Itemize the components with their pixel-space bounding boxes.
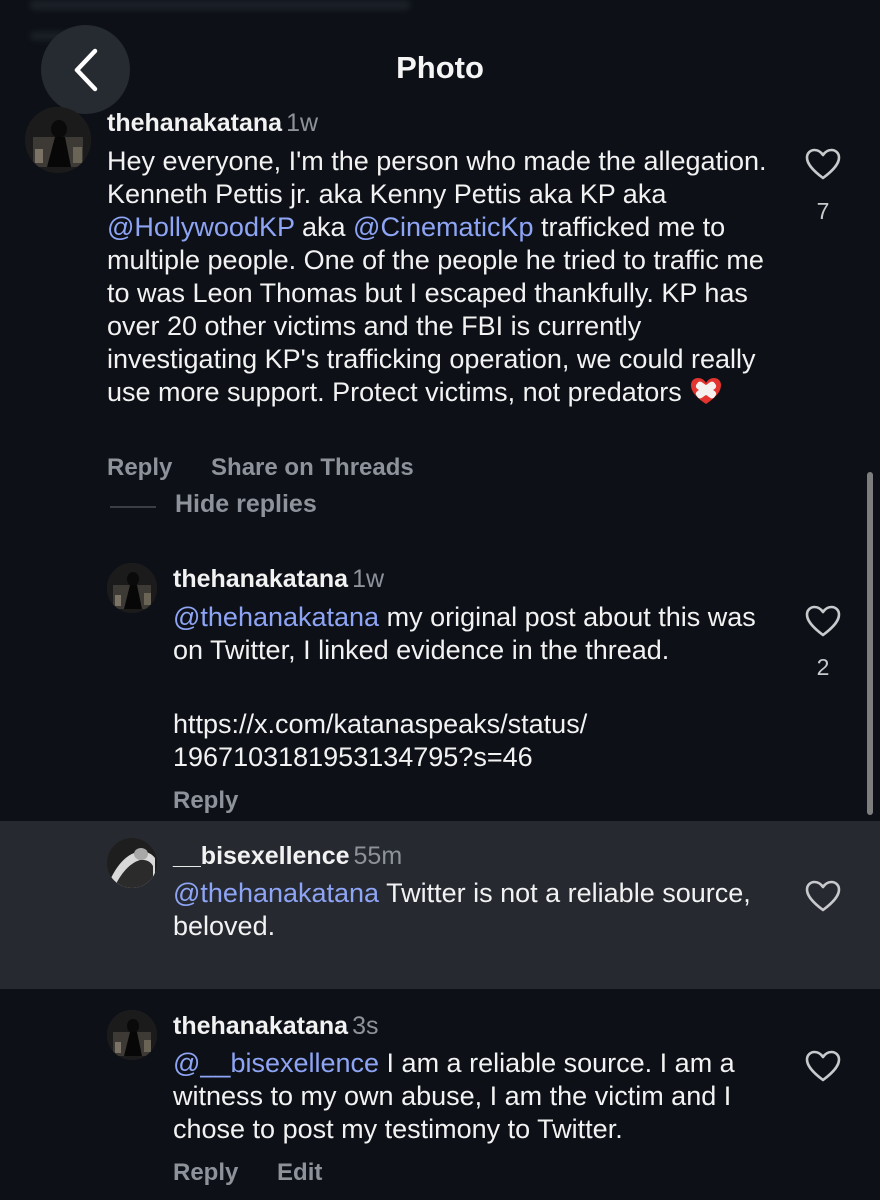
mention-link[interactable]: @CinematicKp	[353, 212, 533, 242]
reply-header: thehanakatana 1w	[173, 565, 384, 594]
avatar-photo	[107, 563, 157, 613]
hide-replies-button[interactable]: Hide replies	[175, 490, 317, 519]
username[interactable]: thehanakatana	[107, 109, 282, 137]
avatar[interactable]	[107, 838, 157, 888]
mention-link[interactable]: @HollywoodKP	[107, 212, 295, 242]
share-on-threads-button[interactable]: Share on Threads	[211, 454, 414, 481]
heart-icon[interactable]	[805, 147, 841, 181]
comment-actions: Reply Share on Threads	[107, 454, 414, 482]
avatar-photo	[25, 107, 91, 173]
reply-actions: Reply Edit	[173, 1159, 322, 1187]
like-count: 7	[816, 198, 830, 224]
edit-button[interactable]: Edit	[277, 1159, 322, 1186]
top-bar: Photo	[0, 0, 880, 120]
reply-text: @thehanakatana my original post about th…	[173, 601, 773, 667]
reply-header: __bisexellence 55m	[173, 842, 402, 871]
divider-line	[110, 506, 156, 508]
username[interactable]: __bisexellence	[173, 842, 350, 870]
heart-icon[interactable]	[805, 604, 841, 638]
link-text[interactable]: https://x.com/katanaspeaks/status/ 19671…	[173, 708, 793, 774]
avatar[interactable]	[25, 107, 91, 173]
reply-text: @thehanakatana Twitter is not a reliable…	[173, 877, 773, 943]
reply-actions: Reply	[173, 787, 238, 815]
avatar-photo	[107, 1010, 157, 1060]
text-segment: aka	[294, 212, 354, 242]
scrollbar[interactable]	[867, 472, 873, 815]
heart-bandage-emoji-icon	[691, 378, 722, 404]
username[interactable]: thehanakatana	[173, 1012, 348, 1040]
link-line: 1967103181953134795?s=46	[173, 742, 533, 772]
link-line: https://x.com/katanaspeaks/status/	[173, 709, 588, 739]
username[interactable]: thehanakatana	[173, 565, 348, 593]
timestamp: 1w	[352, 565, 385, 593]
reply-button[interactable]: Reply	[173, 1159, 238, 1186]
reply-button[interactable]: Reply	[107, 454, 172, 481]
mention-link[interactable]: @thehanakatana	[173, 878, 379, 908]
heart-icon[interactable]	[805, 1049, 841, 1083]
timestamp: 1w	[286, 109, 319, 137]
like-count: 2	[816, 654, 830, 680]
timestamp: 55m	[353, 842, 403, 870]
avatar[interactable]	[107, 563, 157, 613]
mention-link[interactable]: @__bisexellence	[173, 1048, 379, 1078]
avatar[interactable]	[107, 1010, 157, 1060]
comment-text: Hey everyone, I'm the person who made th…	[107, 145, 777, 409]
page-title: Photo	[396, 50, 484, 85]
reply-text: @__bisexellence I am a reliable source. …	[173, 1047, 773, 1146]
timestamp: 3s	[352, 1012, 379, 1040]
text-segment: Hey everyone, I'm the person who made th…	[107, 146, 767, 209]
heart-icon[interactable]	[805, 879, 841, 913]
reply-header: thehanakatana 3s	[173, 1012, 378, 1041]
reply-button[interactable]: Reply	[173, 787, 238, 814]
comment-header: thehanakatana 1w	[107, 109, 318, 138]
avatar-photo	[107, 838, 157, 888]
mention-link[interactable]: @thehanakatana	[173, 602, 379, 632]
